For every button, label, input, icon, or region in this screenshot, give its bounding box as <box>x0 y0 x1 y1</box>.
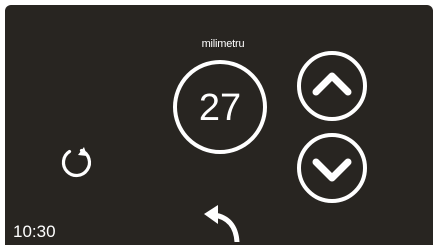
increase-button[interactable] <box>296 50 368 122</box>
value-text: 27 <box>198 87 242 129</box>
back-arrow-icon <box>204 205 240 242</box>
unit-label: milimetru <box>201 38 245 50</box>
clock: 10:30 <box>13 222 56 241</box>
back-button[interactable] <box>200 202 242 242</box>
thermostat-screen: milimetru 27 10:30 <box>5 5 433 245</box>
chevron-up-icon <box>297 51 367 121</box>
value-display: 27 <box>173 60 267 154</box>
reset-button[interactable] <box>57 143 95 181</box>
chevron-down-icon <box>297 133 367 203</box>
refresh-icon <box>61 147 92 178</box>
decrease-button[interactable] <box>296 132 368 204</box>
